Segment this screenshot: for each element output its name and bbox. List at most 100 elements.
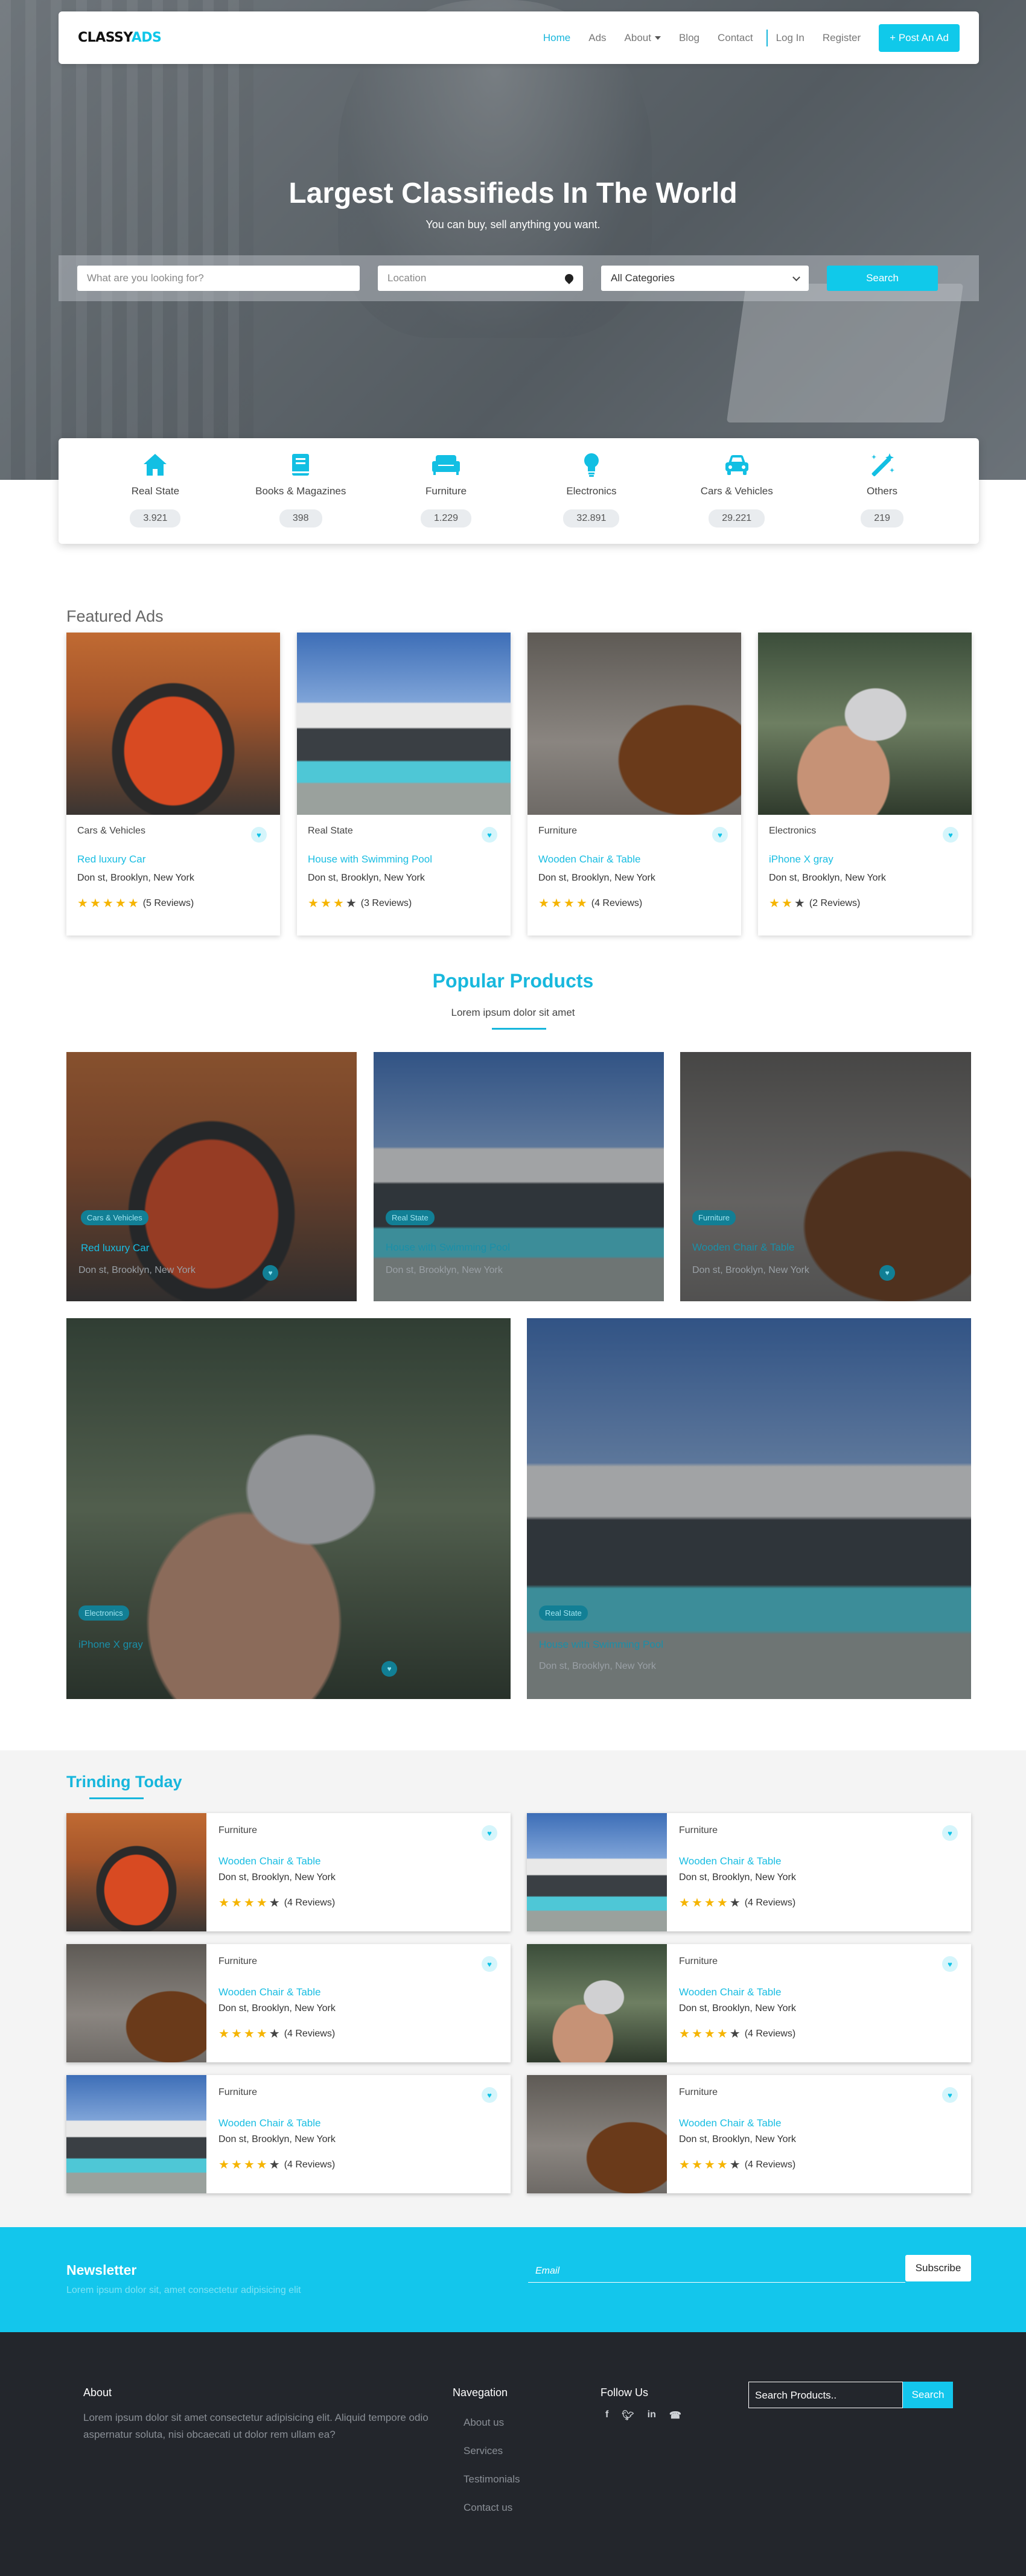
featured-card[interactable]: Electronics ♥ iPhone X gray Don st, Broo…	[758, 633, 972, 936]
house-photo	[527, 1813, 667, 1931]
house-photo	[66, 2075, 206, 2193]
location-input[interactable]: Location	[378, 266, 583, 291]
category-books[interactable]: Books & Magazines 398	[240, 451, 361, 544]
category-electronics[interactable]: Electronics 32.891	[531, 451, 652, 544]
category-cars[interactable]: Cars & Vehicles 29.221	[677, 451, 797, 544]
category-badge: Real State	[539, 1605, 588, 1621]
trending-card[interactable]: Furniture ♥ Wooden Chair & Table Don st,…	[527, 1813, 971, 1931]
card-title-link[interactable]: Wooden Chair & Table	[679, 1855, 959, 1867]
brand-logo[interactable]: CLASSYADS	[78, 30, 162, 45]
card-title-link[interactable]: Wooden Chair & Table	[218, 2117, 499, 2129]
home-icon	[142, 451, 168, 478]
footer-link-about[interactable]: About us	[464, 2417, 520, 2429]
heart-icon[interactable]: ♥	[482, 827, 497, 843]
card-title-link[interactable]: iPhone X gray	[769, 853, 961, 866]
card-address: Don st, Brooklyn, New York	[679, 2134, 796, 2144]
heart-icon[interactable]: ♥	[879, 1265, 895, 1281]
star-icon: ★	[308, 897, 319, 910]
popular-card[interactable]: Real State House with Swimming Pool Don …	[527, 1318, 971, 1699]
heart-icon[interactable]: ♥	[482, 2087, 497, 2103]
card-title-link[interactable]: Wooden Chair & Table	[538, 853, 730, 866]
card-title-link[interactable]: Red luxury Car	[77, 853, 269, 866]
footer-search-input[interactable]: Search Products..	[748, 2382, 903, 2408]
phone-icon[interactable]: ☎	[669, 2409, 681, 2421]
linkedin-icon[interactable]: in	[648, 2409, 656, 2421]
twitter-icon[interactable]: 🐦︎	[622, 2409, 634, 2421]
card-title-link[interactable]: Wooden Chair & Table	[679, 1986, 959, 1998]
subscribe-button[interactable]: Subscribe	[905, 2255, 971, 2281]
category-select[interactable]: All Categories	[601, 266, 809, 291]
card-category: Furniture	[679, 1825, 718, 1835]
popular-card[interactable]: Real State House with Swimming Pool Don …	[374, 1052, 664, 1301]
category-badge: Electronics	[78, 1605, 129, 1621]
chair-table-photo	[527, 2075, 667, 2193]
featured-card[interactable]: Cars & Vehicles ♥ Red luxury Car Don st,…	[66, 633, 280, 936]
nav-divider	[766, 29, 768, 46]
card-address: Don st, Brooklyn, New York	[218, 2134, 336, 2144]
nav-contact[interactable]: Contact	[718, 32, 753, 44]
star-icon: ★	[320, 897, 331, 910]
popular-card[interactable]: Cars & Vehicles Red luxury Car Don st, B…	[66, 1052, 357, 1301]
popular-card[interactable]: Furniture Wooden Chair & Table Don st, B…	[680, 1052, 971, 1301]
footer-link-testimonials[interactable]: Testimonials	[464, 2473, 520, 2485]
post-ad-button[interactable]: + Post An Ad	[879, 24, 960, 52]
rating-stars: ★ ★ ★ ★ ★ (4 Reviews)	[679, 2027, 796, 2041]
footer-link-services[interactable]: Services	[464, 2445, 520, 2457]
caret-down-icon	[654, 36, 661, 40]
footer-search-button[interactable]: Search	[903, 2382, 953, 2408]
trending-title: Trinding Today	[66, 1773, 182, 1791]
card-title-link[interactable]: House with Swimming Pool	[539, 1639, 663, 1651]
heart-icon[interactable]: ♥	[942, 2087, 958, 2103]
heart-icon[interactable]: ♥	[482, 1956, 497, 1972]
nav-about-dropdown[interactable]: About	[625, 32, 661, 44]
card-category: Furniture	[538, 826, 578, 836]
nav-home[interactable]: Home	[543, 32, 570, 44]
trending-card[interactable]: Furniture ♥ Wooden Chair & Table Don st,…	[527, 1944, 971, 2062]
category-real-state[interactable]: Real State 3.921	[95, 451, 215, 544]
card-title-link[interactable]: House with Swimming Pool	[308, 853, 500, 866]
heart-icon[interactable]: ♥	[943, 827, 958, 843]
card-title-link[interactable]: Wooden Chair & Table	[218, 1855, 499, 1867]
footer-nav-title: Navegation	[453, 2386, 508, 2399]
heart-icon[interactable]: ♥	[942, 1956, 958, 1972]
featured-ads-grid: Cars & Vehicles ♥ Red luxury Car Don st,…	[66, 633, 972, 936]
trending-card[interactable]: Furniture ♥ Wooden Chair & Table Don st,…	[527, 2075, 971, 2193]
trending-card[interactable]: Furniture ♥ Wooden Chair & Table Don st,…	[66, 2075, 511, 2193]
heart-icon[interactable]: ♥	[381, 1661, 397, 1677]
heart-icon[interactable]: ♥	[251, 827, 267, 843]
popular-card[interactable]: Electronics iPhone X gray ♥	[66, 1318, 511, 1699]
review-count: (5 Reviews)	[142, 897, 194, 908]
star-icon: ★	[127, 897, 139, 910]
trending-card[interactable]: Furniture ♥ Wooden Chair & Table Don st,…	[66, 1813, 511, 1931]
featured-card[interactable]: Furniture ♥ Wooden Chair & Table Don st,…	[527, 633, 741, 936]
category-others[interactable]: Others 219	[822, 451, 943, 544]
nav-register[interactable]: Register	[823, 32, 861, 44]
car-icon	[724, 451, 750, 478]
facebook-icon[interactable]: f	[605, 2409, 608, 2421]
trending-card[interactable]: Furniture ♥ Wooden Chair & Table Don st,…	[66, 1944, 511, 2062]
card-address: Don st, Brooklyn, New York	[679, 1872, 796, 1883]
heart-icon[interactable]: ♥	[942, 1825, 958, 1841]
nav-blog[interactable]: Blog	[679, 32, 699, 44]
card-title-link[interactable]: House with Swimming Pool	[386, 1242, 510, 1254]
search-button[interactable]: Search	[827, 266, 938, 291]
heart-icon[interactable]: ♥	[263, 1265, 278, 1281]
heart-icon[interactable]: ♥	[712, 827, 728, 843]
card-title-link[interactable]: Wooden Chair & Table	[692, 1242, 794, 1254]
nav-ads[interactable]: Ads	[588, 32, 606, 44]
newsletter-email-input[interactable]: Email	[528, 2260, 905, 2283]
nav-login[interactable]: Log In	[776, 32, 805, 44]
card-title-link[interactable]: iPhone X gray	[78, 1639, 143, 1651]
chair-table-photo	[66, 1944, 206, 2062]
search-input[interactable]: What are you looking for?	[77, 266, 360, 291]
heart-icon[interactable]: ♥	[482, 1825, 497, 1841]
featured-card[interactable]: Real State ♥ House with Swimming Pool Do…	[297, 633, 511, 936]
card-title-link[interactable]: Wooden Chair & Table	[218, 1986, 499, 1998]
newsletter-subtitle: Lorem ipsum dolor sit, amet consectetur …	[66, 2285, 301, 2295]
category-furniture[interactable]: Furniture 1.229	[386, 451, 506, 544]
card-title-link[interactable]: Wooden Chair & Table	[679, 2117, 959, 2129]
footer-link-contact[interactable]: Contact us	[464, 2502, 520, 2514]
card-title-link[interactable]: Red luxury Car	[81, 1242, 149, 1254]
title-underline	[492, 1028, 546, 1030]
hero-subtitle: You can buy, sell anything you want.	[425, 218, 601, 231]
